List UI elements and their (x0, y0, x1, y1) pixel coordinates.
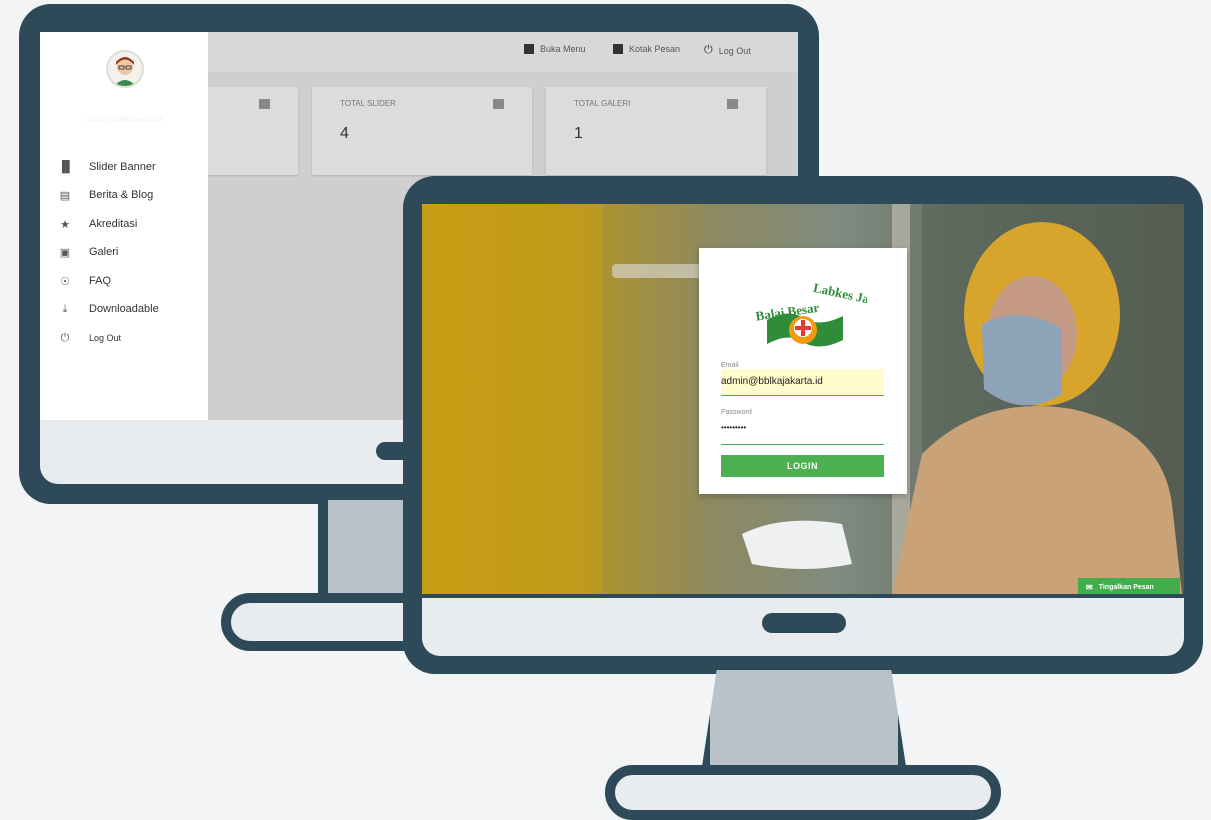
image-icon (727, 99, 738, 109)
bblk-logo: Balai Besar Labkes Jakarta (739, 268, 901, 356)
password-label: Password (721, 409, 752, 416)
topbar-logout-label: Log Out (718, 45, 751, 56)
sidebar-item-label: Downloadable (89, 303, 159, 315)
stat-card-slider: TOTAL SLIDER 4 (312, 87, 532, 175)
sidebar-profile-header: Admin admin@bblkjakarta.id (40, 32, 208, 146)
lightbulb-icon: ☉ (60, 275, 70, 288)
card-value: 1 (574, 125, 583, 142)
front-monitor-neck (700, 670, 908, 780)
card-title: TOTAL SLIDER (340, 99, 396, 108)
sidebar-item-akreditasi[interactable]: ★ Akreditasi (40, 210, 208, 238)
svg-text:Labkes Jakarta: Labkes Jakarta (812, 280, 867, 313)
password-value: ••••••••• (721, 423, 747, 432)
card-value: 4 (340, 125, 349, 142)
avatar (106, 50, 144, 88)
sidebar: Admin admin@bblkjakarta.id ▐▌ Slider Ban… (40, 32, 208, 420)
buka-menu-label: Buka Menu (540, 44, 586, 54)
leave-message-label: Tingalkan Pesan (1098, 583, 1154, 591)
sidebar-item-slider-banner[interactable]: ▐▌ Slider Banner (40, 153, 208, 181)
user-email: admin@bblkjakarta.id (85, 115, 163, 124)
kotak-pesan-label: Kotak Pesan (629, 44, 681, 54)
front-monitor-slot (762, 613, 846, 633)
stat-card-galeri: TOTAL GALERI 1 (546, 87, 766, 175)
sidebar-item-label: Slider Banner (89, 161, 156, 173)
email-value: admin@bblkajakarta.id (721, 376, 823, 387)
logo-text-right: Labkes Jakarta (812, 280, 867, 313)
login-screen: Balai Besar Labkes Jakarta Email admin@b… (422, 204, 1184, 594)
email-label: Email (721, 362, 739, 369)
slider-icon: ▐▌ (58, 161, 74, 173)
grid-icon (524, 44, 534, 54)
download-icon: ⤓ (62, 302, 68, 315)
sidebar-item-label: Log Out (89, 333, 122, 343)
newspaper-icon (259, 99, 270, 109)
slider-icon (493, 99, 504, 109)
card-title: TOTAL GALERI (574, 99, 631, 108)
email-field[interactable]: admin@bblkajakarta.id (721, 369, 884, 396)
star-icon: ★ (60, 218, 70, 231)
mail-icon: ✉ (1086, 582, 1093, 592)
sidebar-item-label: Akreditasi (89, 218, 138, 230)
newspaper-icon: ▤ (59, 189, 71, 202)
front-monitor-base (605, 765, 1001, 820)
login-card: Balai Besar Labkes Jakarta Email admin@b… (699, 248, 907, 494)
sidebar-item-faq[interactable]: ☉ FAQ (40, 267, 208, 295)
sidebar-item-berita-blog[interactable]: ▤ Berita & Blog (40, 181, 208, 209)
login-button[interactable]: LOGIN (721, 455, 884, 477)
inbox-icon (613, 44, 623, 54)
sidebar-item-label: FAQ (89, 275, 112, 287)
topbar-logout-link[interactable]: ⏻ Log Out (704, 44, 751, 57)
sidebar-item-label: Galeri (89, 246, 119, 258)
power-icon: ⏻ (60, 331, 70, 344)
power-icon: ⏻ (704, 44, 713, 56)
kotak-pesan-link[interactable]: Kotak Pesan (613, 44, 680, 54)
sidebar-item-galeri[interactable]: ▣ Galeri (40, 238, 208, 266)
image-icon: ▣ (59, 246, 71, 259)
buka-menu-link[interactable]: Buka Menu (524, 44, 586, 54)
leave-message-button[interactable]: ✉ Tingalkan Pesan (1078, 578, 1180, 594)
sidebar-item-label: Berita & Blog (89, 189, 154, 201)
sidebar-item-downloadable[interactable]: ⤓ Downloadable (40, 295, 208, 323)
sidebar-item-logout[interactable]: ⏻ Log Out (40, 324, 208, 352)
password-field[interactable]: ••••••••• (721, 418, 884, 445)
user-name: Admin (106, 100, 142, 112)
